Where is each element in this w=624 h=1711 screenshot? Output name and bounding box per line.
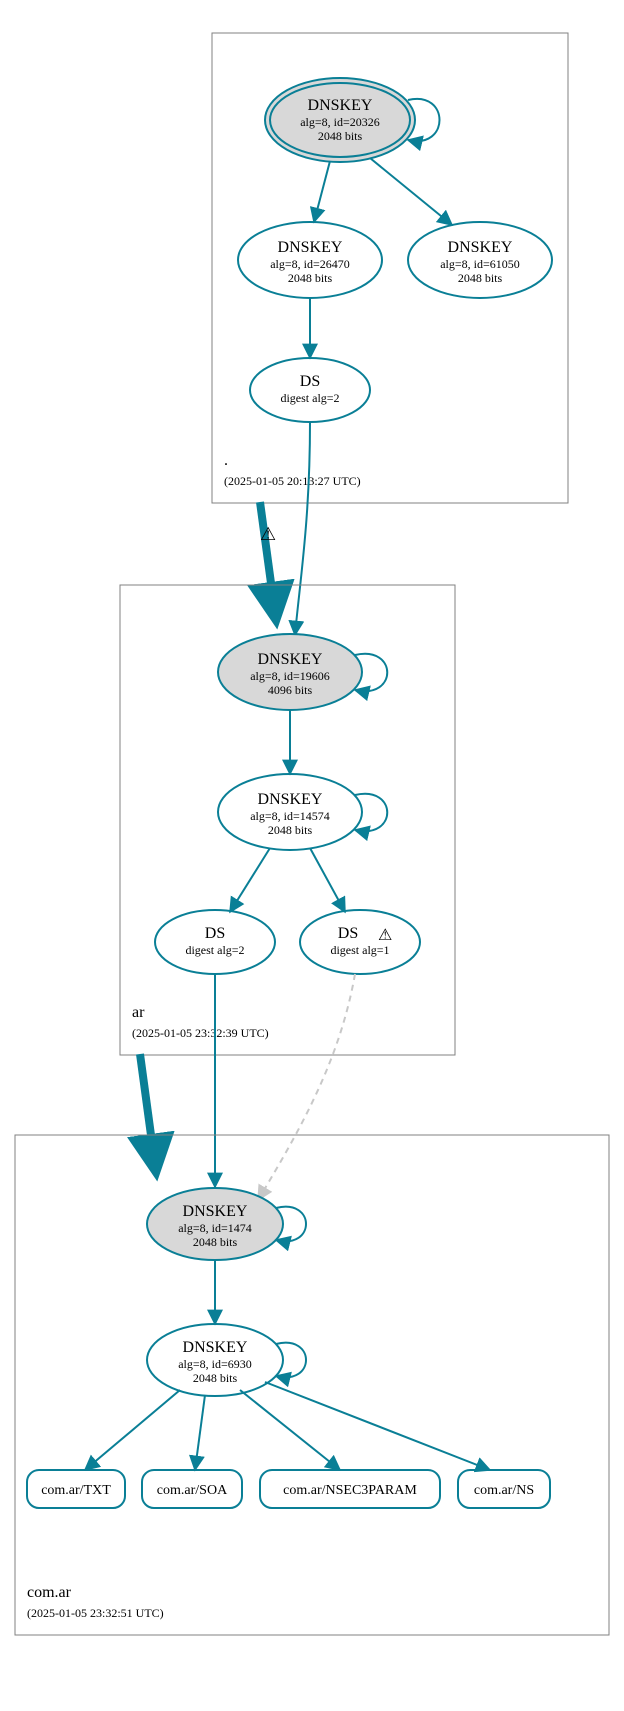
svg-text:alg=8, id=14574: alg=8, id=14574 [250, 809, 330, 823]
zone-root-name: . [224, 452, 228, 469]
svg-text:com.ar/TXT: com.ar/TXT [41, 1483, 111, 1498]
node-root-ds: DS digest alg=2 [250, 358, 370, 422]
svg-text:DNSKEY: DNSKEY [258, 651, 323, 668]
svg-text:DNSKEY: DNSKEY [183, 1203, 248, 1220]
edge-zsk-ns [265, 1382, 490, 1470]
svg-text:DNSKEY: DNSKEY [448, 239, 513, 256]
node-root-zsk-26470: DNSKEY alg=8, id=26470 2048 bits [238, 222, 382, 298]
svg-text:digest alg=2: digest alg=2 [280, 391, 339, 405]
zone-ar-ts: (2025-01-05 23:32:39 UTC) [132, 1026, 269, 1040]
node-comar-ksk: DNSKEY alg=8, id=1474 2048 bits [147, 1188, 306, 1260]
dnssec-graph: . (2025-01-05 20:13:27 UTC) DNSKEY alg=8… [0, 0, 624, 1711]
zone-comar: com.ar (2025-01-05 23:32:51 UTC) [15, 1135, 609, 1635]
zone-comar-name: com.ar [27, 1584, 72, 1601]
svg-text:com.ar/NSEC3PARAM: com.ar/NSEC3PARAM [283, 1483, 417, 1498]
svg-text:2048 bits: 2048 bits [193, 1371, 238, 1385]
edge-ards2-comarksk-dashed [258, 974, 355, 1200]
svg-text:alg=8, id=26470: alg=8, id=26470 [270, 257, 350, 271]
edge-rootksk-zsk2 [370, 158, 452, 225]
svg-text:2048 bits: 2048 bits [458, 271, 503, 285]
svg-text:digest alg=1: digest alg=1 [330, 943, 389, 957]
svg-text:com.ar/SOA: com.ar/SOA [157, 1483, 228, 1498]
svg-text:DNSKEY: DNSKEY [308, 97, 373, 114]
node-comar-ns: com.ar/NS [458, 1470, 550, 1508]
svg-text:alg=8, id=61050: alg=8, id=61050 [440, 257, 520, 271]
svg-text:digest alg=2: digest alg=2 [185, 943, 244, 957]
warn-ds2: ⚠ [378, 927, 392, 944]
warn-root-ar: ⚠ [260, 524, 276, 544]
svg-text:DNSKEY: DNSKEY [258, 791, 323, 808]
svg-text:alg=8, id=20326: alg=8, id=20326 [300, 115, 380, 129]
node-comar-nsec3: com.ar/NSEC3PARAM [260, 1470, 440, 1508]
node-ar-ds1: DS digest alg=2 [155, 910, 275, 974]
edge-zsk-nsec [240, 1390, 340, 1470]
edge-rootksk-zsk1 [314, 161, 330, 222]
svg-text:2048 bits: 2048 bits [318, 129, 363, 143]
svg-text:com.ar/NS: com.ar/NS [474, 1483, 534, 1498]
svg-text:DNSKEY: DNSKEY [278, 239, 343, 256]
zone-comar-ts: (2025-01-05 23:32:51 UTC) [27, 1606, 164, 1620]
edge-zsk-soa [195, 1395, 205, 1470]
svg-text:alg=8, id=1474: alg=8, id=1474 [178, 1221, 252, 1235]
node-root-ksk: DNSKEY alg=8, id=20326 2048 bits [265, 78, 440, 162]
node-ar-ksk: DNSKEY alg=8, id=19606 4096 bits [218, 634, 387, 710]
zone-root-ts: (2025-01-05 20:13:27 UTC) [224, 474, 361, 488]
node-root-zsk-61050: DNSKEY alg=8, id=61050 2048 bits [408, 222, 552, 298]
node-comar-zsk: DNSKEY alg=8, id=6930 2048 bits [147, 1324, 306, 1396]
svg-text:4096 bits: 4096 bits [268, 683, 313, 697]
svg-text:DS: DS [205, 925, 225, 942]
svg-text:2048 bits: 2048 bits [268, 823, 313, 837]
zone-ar-name: ar [132, 1004, 145, 1021]
node-ar-ds2: DS ⚠ digest alg=1 [300, 910, 420, 974]
svg-text:DNSKEY: DNSKEY [183, 1339, 248, 1356]
svg-text:2048 bits: 2048 bits [288, 271, 333, 285]
node-comar-txt: com.ar/TXT [27, 1470, 125, 1508]
edge-ar-to-comar-zone [140, 1054, 156, 1172]
edge-root-to-ar-zone [260, 502, 276, 620]
svg-text:alg=8, id=6930: alg=8, id=6930 [178, 1357, 252, 1371]
svg-text:DS: DS [300, 373, 320, 390]
svg-text:DS: DS [338, 925, 358, 942]
edge-arzsk-ds2 [310, 848, 345, 912]
node-ar-zsk: DNSKEY alg=8, id=14574 2048 bits [218, 774, 387, 850]
edge-rootds-arksk [295, 422, 310, 635]
edge-zsk-txt [85, 1390, 180, 1470]
edge-arzsk-ds1 [230, 848, 270, 912]
svg-text:2048 bits: 2048 bits [193, 1235, 238, 1249]
svg-text:alg=8, id=19606: alg=8, id=19606 [250, 669, 330, 683]
node-comar-soa: com.ar/SOA [142, 1470, 242, 1508]
